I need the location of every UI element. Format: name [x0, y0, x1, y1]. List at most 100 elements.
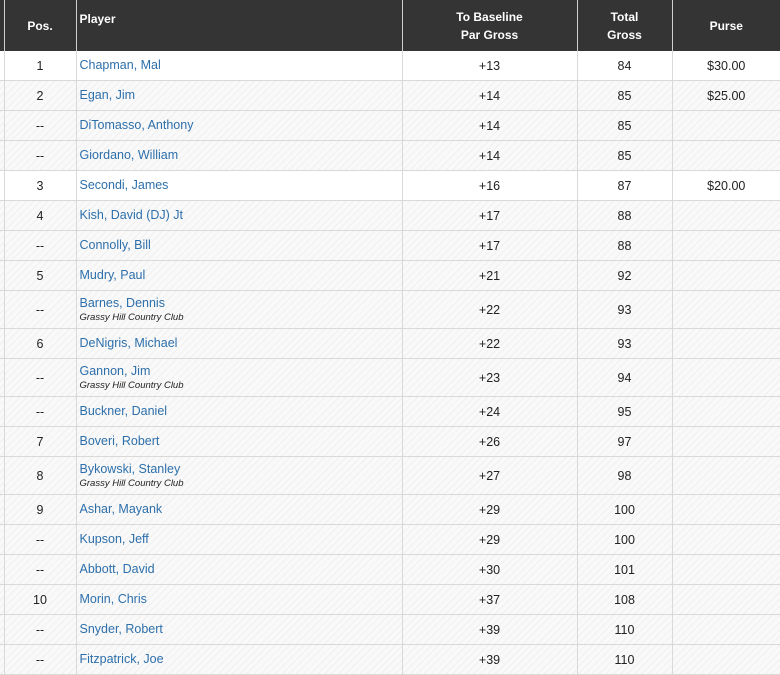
player-name-link[interactable]: DeNigris, Michael — [80, 336, 399, 351]
header-to-baseline-line2: Par Gross — [460, 27, 519, 42]
position-cell: -- — [4, 230, 77, 261]
purse-cell — [672, 584, 780, 615]
player-name-link[interactable]: Kupson, Jeff — [80, 532, 399, 547]
to-baseline-cell: +14 — [402, 140, 578, 171]
purse-cell — [672, 200, 780, 231]
header-total-gross[interactable]: Total Gross — [577, 0, 673, 51]
to-baseline-cell: +13 — [402, 51, 578, 81]
purse-cell: $20.00 — [672, 170, 780, 201]
player-name-link[interactable]: Giordano, William — [80, 148, 399, 163]
to-baseline-cell: +29 — [402, 524, 578, 555]
to-baseline-cell: +17 — [402, 230, 578, 261]
table-row: -- Abbott, David +30 101 — [0, 554, 780, 585]
table-row: 5 Mudry, Paul +21 92 — [0, 260, 780, 291]
player-name-link[interactable]: Egan, Jim — [80, 88, 399, 103]
leaderboard-header: Pos. Player To Baseline Par Gross Total … — [0, 0, 780, 51]
table-row: 9 Ashar, Mayank +29 100 — [0, 494, 780, 525]
purse-cell — [672, 614, 780, 645]
player-cell: Bykowski, Stanley Grassy Hill Country Clu… — [76, 456, 403, 495]
player-cell: Connolly, Bill — [76, 230, 403, 261]
table-row: 7 Boveri, Robert +26 97 — [0, 426, 780, 457]
position-cell: 10 — [4, 584, 77, 615]
player-name-link[interactable]: Boveri, Robert — [80, 434, 399, 449]
player-club: Grassy Hill Country Club — [79, 311, 184, 323]
total-gross-cell: 101 — [577, 554, 673, 585]
player-name-link[interactable]: Connolly, Bill — [80, 238, 399, 253]
position-cell: -- — [4, 140, 77, 171]
position-cell: 2 — [4, 80, 77, 111]
player-name-link[interactable]: Kish, David (DJ) Jt — [80, 208, 399, 223]
to-baseline-cell: +37 — [402, 584, 578, 615]
purse-cell — [672, 110, 780, 141]
purse-cell — [672, 644, 780, 675]
player-name-link[interactable]: DiTomasso, Anthony — [80, 118, 399, 133]
total-gross-cell: 93 — [577, 328, 673, 359]
total-gross-cell: 84 — [577, 51, 673, 81]
purse-cell — [672, 358, 780, 397]
header-purse[interactable]: Purse — [672, 0, 780, 51]
player-name-link[interactable]: Gannon, Jim — [80, 364, 399, 379]
table-row: -- Fitzpatrick, Joe +39 110 — [0, 644, 780, 675]
player-cell: Fitzpatrick, Joe — [76, 644, 403, 675]
purse-cell — [672, 328, 780, 359]
header-player[interactable]: Player — [76, 0, 403, 51]
to-baseline-cell: +17 — [402, 200, 578, 231]
to-baseline-cell: +27 — [402, 456, 578, 495]
player-name-link[interactable]: Chapman, Mal — [80, 58, 399, 73]
leaderboard-table: Pos. Player To Baseline Par Gross Total … — [0, 0, 780, 675]
player-cell: Chapman, Mal — [76, 51, 403, 81]
header-pos[interactable]: Pos. — [4, 0, 77, 51]
table-row: -- Kupson, Jeff +29 100 — [0, 524, 780, 555]
table-row: -- Barnes, Dennis Grassy Hill Country Club… — [0, 290, 780, 329]
position-cell: -- — [4, 524, 77, 555]
header-to-baseline-line1: To Baseline — [456, 9, 523, 24]
header-to-baseline[interactable]: To Baseline Par Gross — [402, 0, 578, 51]
total-gross-cell: 110 — [577, 644, 673, 675]
table-row: -- Snyder, Robert +39 110 — [0, 614, 780, 645]
purse-cell — [672, 456, 780, 495]
to-baseline-cell: +26 — [402, 426, 578, 457]
player-name-link[interactable]: Snyder, Robert — [80, 622, 399, 637]
to-baseline-cell: +21 — [402, 260, 578, 291]
player-name-link[interactable]: Fitzpatrick, Joe — [80, 652, 399, 667]
total-gross-cell: 110 — [577, 614, 673, 645]
total-gross-cell: 87 — [577, 170, 673, 201]
total-gross-cell: 93 — [577, 290, 673, 329]
purse-cell — [672, 230, 780, 261]
player-cell: Abbott, David — [76, 554, 403, 585]
position-cell: 8 — [4, 456, 77, 495]
total-gross-cell: 88 — [577, 200, 673, 231]
position-cell: -- — [4, 554, 77, 585]
player-cell: Barnes, Dennis Grassy Hill Country Club — [76, 290, 403, 329]
player-cell: Kish, David (DJ) Jt — [76, 200, 403, 231]
table-row: 2 Egan, Jim +14 85 $25.00 — [0, 80, 780, 111]
player-name-link[interactable]: Abbott, David — [80, 562, 399, 577]
purse-cell: $25.00 — [672, 80, 780, 111]
position-cell: -- — [4, 358, 77, 397]
player-name-link[interactable]: Morin, Chris — [80, 592, 399, 607]
purse-cell — [672, 140, 780, 171]
to-baseline-cell: +22 — [402, 328, 578, 359]
player-name-link[interactable]: Ashar, Mayank — [80, 502, 399, 517]
position-cell: -- — [4, 396, 77, 427]
position-cell: -- — [4, 110, 77, 141]
player-cell: Gannon, Jim Grassy Hill Country Club — [76, 358, 403, 397]
to-baseline-cell: +30 — [402, 554, 578, 585]
player-name-link[interactable]: Barnes, Dennis — [80, 296, 399, 311]
table-row: 4 Kish, David (DJ) Jt +17 88 — [0, 200, 780, 231]
header-total-line1: Total — [610, 9, 639, 24]
position-cell: -- — [4, 644, 77, 675]
position-cell: 5 — [4, 260, 77, 291]
purse-cell — [672, 494, 780, 525]
player-name-link[interactable]: Buckner, Daniel — [80, 404, 399, 419]
position-cell: 1 — [4, 51, 77, 81]
player-name-link[interactable]: Bykowski, Stanley — [80, 462, 399, 477]
player-name-link[interactable]: Mudry, Paul — [80, 268, 399, 283]
player-name-link[interactable]: Secondi, James — [80, 178, 399, 193]
total-gross-cell: 85 — [577, 110, 673, 141]
total-gross-cell: 98 — [577, 456, 673, 495]
to-baseline-cell: +23 — [402, 358, 578, 397]
total-gross-cell: 100 — [577, 494, 673, 525]
position-cell: 3 — [4, 170, 77, 201]
player-cell: Ashar, Mayank — [76, 494, 403, 525]
